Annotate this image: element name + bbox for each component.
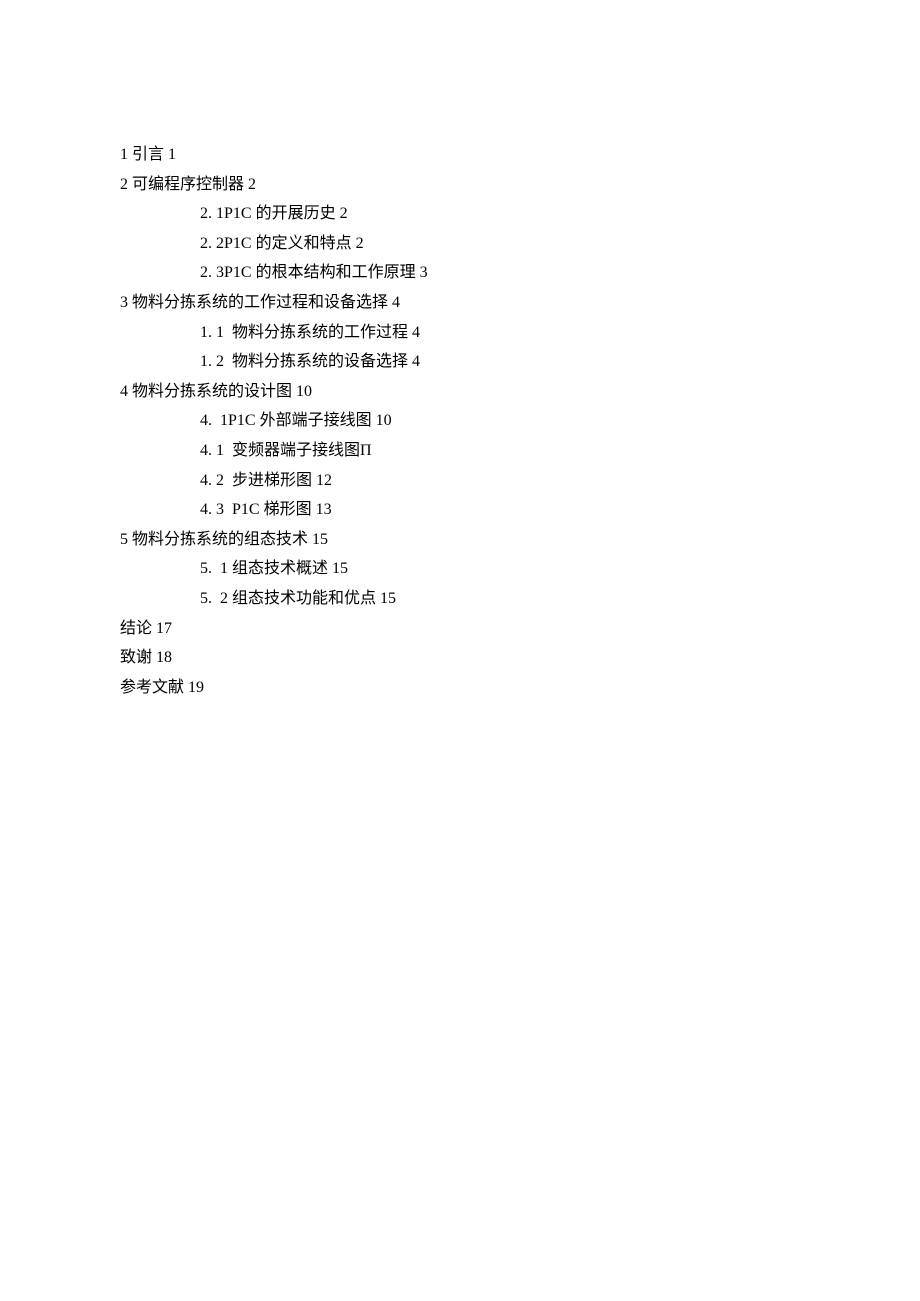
toc-entry-thanks: 致谢 18 <box>120 643 800 673</box>
table-of-contents: 1 引言 1 2 可编程序控制器 2 2. 1P1C 的开展历史 2 2. 2P… <box>120 140 800 702</box>
toc-entry-conclusion: 结论 17 <box>120 614 800 644</box>
toc-entry-section-4-4: 4. 3 P1C 梯形图 13 <box>200 495 800 525</box>
toc-entry-section-3-1: 1. 1 物料分拣系统的工作过程 4 <box>200 318 800 348</box>
toc-entry-section-3: 3 物料分拣系统的工作过程和设备选择 4 <box>120 288 800 318</box>
toc-entry-section-1: 1 引言 1 <box>120 140 800 170</box>
toc-entry-section-4-1: 4. 1P1C 外部端子接线图 10 <box>200 406 800 436</box>
toc-entry-section-2-1: 2. 1P1C 的开展历史 2 <box>200 199 800 229</box>
toc-entry-section-2-3: 2. 3P1C 的根本结构和工作原理 3 <box>200 258 800 288</box>
toc-entry-section-4-3: 4. 2 步进梯形图 12 <box>200 466 800 496</box>
toc-entry-section-5-1: 5. 1 组态技术概述 15 <box>200 554 800 584</box>
toc-entry-references: 参考文献 19 <box>120 673 800 703</box>
toc-entry-section-2: 2 可编程序控制器 2 <box>120 170 800 200</box>
toc-entry-section-4: 4 物料分拣系统的设计图 10 <box>120 377 800 407</box>
toc-entry-section-2-2: 2. 2P1C 的定义和特点 2 <box>200 229 800 259</box>
toc-entry-section-5: 5 物料分拣系统的组态技术 15 <box>120 525 800 555</box>
toc-entry-section-3-2: 1. 2 物料分拣系统的设备选择 4 <box>200 347 800 377</box>
toc-entry-section-5-2: 5. 2 组态技术功能和优点 15 <box>200 584 800 614</box>
toc-entry-section-4-2: 4. 1 变频器端子接线图Π <box>200 436 800 466</box>
